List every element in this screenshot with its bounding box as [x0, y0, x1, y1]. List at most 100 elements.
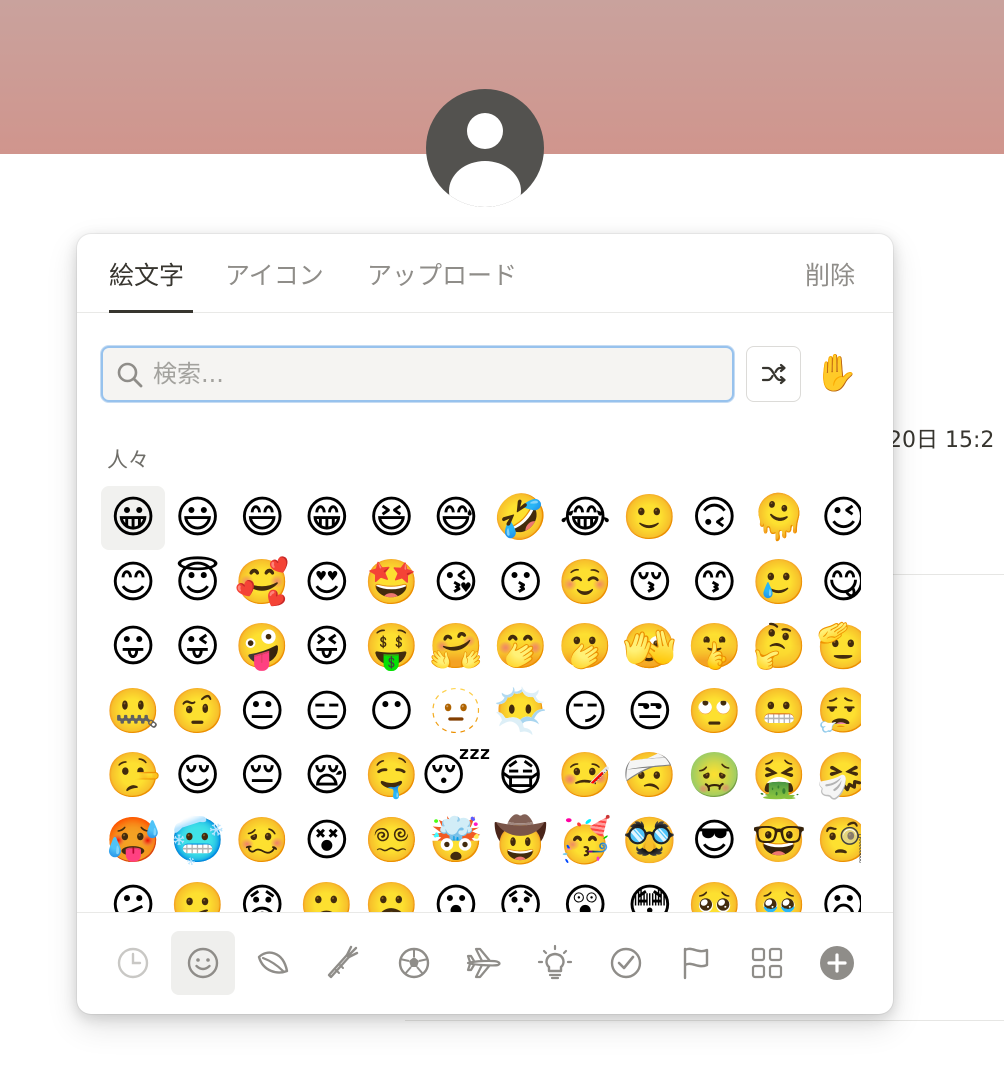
emoji-item[interactable]: 😲	[553, 874, 617, 912]
emoji-item[interactable]: 🫥	[424, 680, 488, 744]
search-input[interactable]	[153, 356, 723, 392]
emoji-item[interactable]: 🥸	[618, 809, 682, 873]
random-emoji-button[interactable]	[746, 346, 801, 402]
emoji-item[interactable]: 😬	[747, 680, 811, 744]
emoji-item[interactable]: ☹️	[359, 874, 423, 912]
emoji-item[interactable]: 😃	[166, 486, 230, 550]
emoji-item[interactable]: 😷	[489, 744, 553, 808]
category-add[interactable]	[805, 931, 869, 995]
emoji-item[interactable]: 🫡	[812, 615, 861, 679]
category-travel[interactable]	[452, 931, 516, 995]
emoji-item[interactable]: 🥶	[166, 809, 230, 873]
emoji-item[interactable]: 😗	[489, 551, 553, 615]
emoji-item[interactable]: 😙	[682, 551, 746, 615]
emoji-item[interactable]: 😌	[166, 744, 230, 808]
remove-button[interactable]: 削除	[805, 256, 855, 292]
category-activity[interactable]	[382, 931, 446, 995]
category-custom[interactable]	[735, 931, 799, 995]
emoji-item[interactable]: 🫢	[553, 615, 617, 679]
emoji-item[interactable]: 😒	[618, 680, 682, 744]
emoji-item[interactable]: 🥲	[747, 551, 811, 615]
emoji-item[interactable]: 😟	[230, 874, 294, 912]
emoji-item[interactable]: 🤒	[553, 744, 617, 808]
emoji-item[interactable]: 🤓	[747, 809, 811, 873]
emoji-item[interactable]: 🥺	[682, 874, 746, 912]
emoji-item[interactable]: 🤗	[424, 615, 488, 679]
emoji-item[interactable]: 😇	[166, 551, 230, 615]
emoji-item[interactable]: 🫤	[166, 874, 230, 912]
category-nature[interactable]	[241, 931, 305, 995]
emoji-item[interactable]: 😘	[424, 551, 488, 615]
emoji-item[interactable]: 🤫	[682, 615, 746, 679]
emoji-item[interactable]: 😔	[230, 744, 294, 808]
emoji-item[interactable]: 🥴	[230, 809, 294, 873]
emoji-item[interactable]: 😶‍🌫️	[489, 680, 553, 744]
emoji-item[interactable]: 😐	[230, 680, 294, 744]
emoji-item[interactable]: 🤢	[682, 744, 746, 808]
emoji-item[interactable]: 🤐	[101, 680, 165, 744]
emoji-item[interactable]: 😵	[295, 809, 359, 873]
emoji-item[interactable]: 🫣	[618, 615, 682, 679]
emoji-item[interactable]: 🥵	[101, 809, 165, 873]
emoji-item[interactable]: 😴	[421, 744, 492, 808]
emoji-item[interactable]: 🥰	[230, 551, 294, 615]
category-recent[interactable]	[101, 931, 165, 995]
emoji-item[interactable]: 😝	[295, 615, 359, 679]
emoji-item[interactable]: ☺️	[553, 551, 617, 615]
category-food[interactable]	[311, 931, 375, 995]
emoji-item[interactable]: 😜	[166, 615, 230, 679]
emoji-item[interactable]: 🤭	[489, 615, 553, 679]
emoji-item[interactable]: 🤯	[424, 809, 488, 873]
category-symbols[interactable]	[594, 931, 658, 995]
emoji-item[interactable]: 🤪	[230, 615, 294, 679]
emoji-item[interactable]: 🤨	[166, 680, 230, 744]
emoji-item[interactable]: 🥹	[747, 874, 811, 912]
emoji-item[interactable]: 😅	[424, 486, 488, 550]
emoji-item[interactable]: 🤠	[489, 809, 553, 873]
category-flags[interactable]	[664, 931, 728, 995]
emoji-item[interactable]: 😁	[295, 486, 359, 550]
emoji-item[interactable]: 😊	[101, 551, 165, 615]
emoji-item[interactable]: 😄	[230, 486, 294, 550]
emoji-item[interactable]: 😮‍💨	[812, 680, 861, 744]
emoji-item[interactable]: 😏	[553, 680, 617, 744]
emoji-item[interactable]: 🫠	[747, 486, 811, 550]
emoji-item[interactable]: 😋	[812, 551, 861, 615]
emoji-item[interactable]: 😎	[682, 809, 746, 873]
emoji-item[interactable]: 🤥	[101, 744, 165, 808]
avatar[interactable]	[426, 89, 544, 207]
emoji-item[interactable]: 🤤	[359, 744, 423, 808]
emoji-item[interactable]: 🙂	[618, 486, 682, 550]
emoji-item[interactable]: 🥳	[553, 809, 617, 873]
emoji-item[interactable]: 😮	[424, 874, 488, 912]
emoji-item[interactable]: 🤩	[359, 551, 423, 615]
emoji-item[interactable]: 🤑	[359, 615, 423, 679]
emoji-item[interactable]: 😛	[101, 615, 165, 679]
emoji-item[interactable]: 😀	[101, 486, 165, 550]
emoji-item[interactable]: 😦	[812, 874, 861, 912]
emoji-item[interactable]: 😯	[489, 874, 553, 912]
emoji-item[interactable]: 🙁	[295, 874, 359, 912]
emoji-item[interactable]: 🧐	[812, 809, 861, 873]
emoji-item[interactable]: 😪	[295, 744, 359, 808]
emoji-item[interactable]: 🙄	[682, 680, 746, 744]
category-objects[interactable]	[523, 931, 587, 995]
skin-tone-button[interactable]: ✋	[813, 350, 859, 398]
emoji-item[interactable]: 😕	[101, 874, 165, 912]
emoji-grid-scroll[interactable]: 😀 😃 😄 😁 😆 😅 🤣 😂 🙂 🙃 🫠 😉 😊 😇 🥰 😍 🤩 😘 😗 ☺️ 😚 😙 🥲 😋 😛 😜 🤪 😝 🤑 🤗 🤭 🫢 🫣 🤫 🤔 🫡 🤐 🤨 😐…	[101, 486, 861, 912]
emoji-item[interactable]: 😆	[359, 486, 423, 550]
emoji-item[interactable]: 😶	[359, 680, 423, 744]
tab-icons[interactable]: アイコン	[225, 256, 324, 292]
tab-upload[interactable]: アップロード	[367, 256, 517, 292]
emoji-item[interactable]: 😑	[295, 680, 359, 744]
emoji-item[interactable]: 🤣	[489, 486, 553, 550]
emoji-item[interactable]: 🤮	[747, 744, 811, 808]
emoji-item[interactable]: 😵‍💫	[359, 809, 423, 873]
category-people[interactable]	[171, 931, 235, 995]
emoji-item[interactable]: 😂	[553, 486, 617, 550]
emoji-item[interactable]: 😳	[618, 874, 682, 912]
emoji-item[interactable]: 🤧	[812, 744, 861, 808]
emoji-item[interactable]: 🤔	[747, 615, 811, 679]
tab-emoji[interactable]: 絵文字	[109, 256, 184, 292]
emoji-item[interactable]: 😚	[618, 551, 682, 615]
